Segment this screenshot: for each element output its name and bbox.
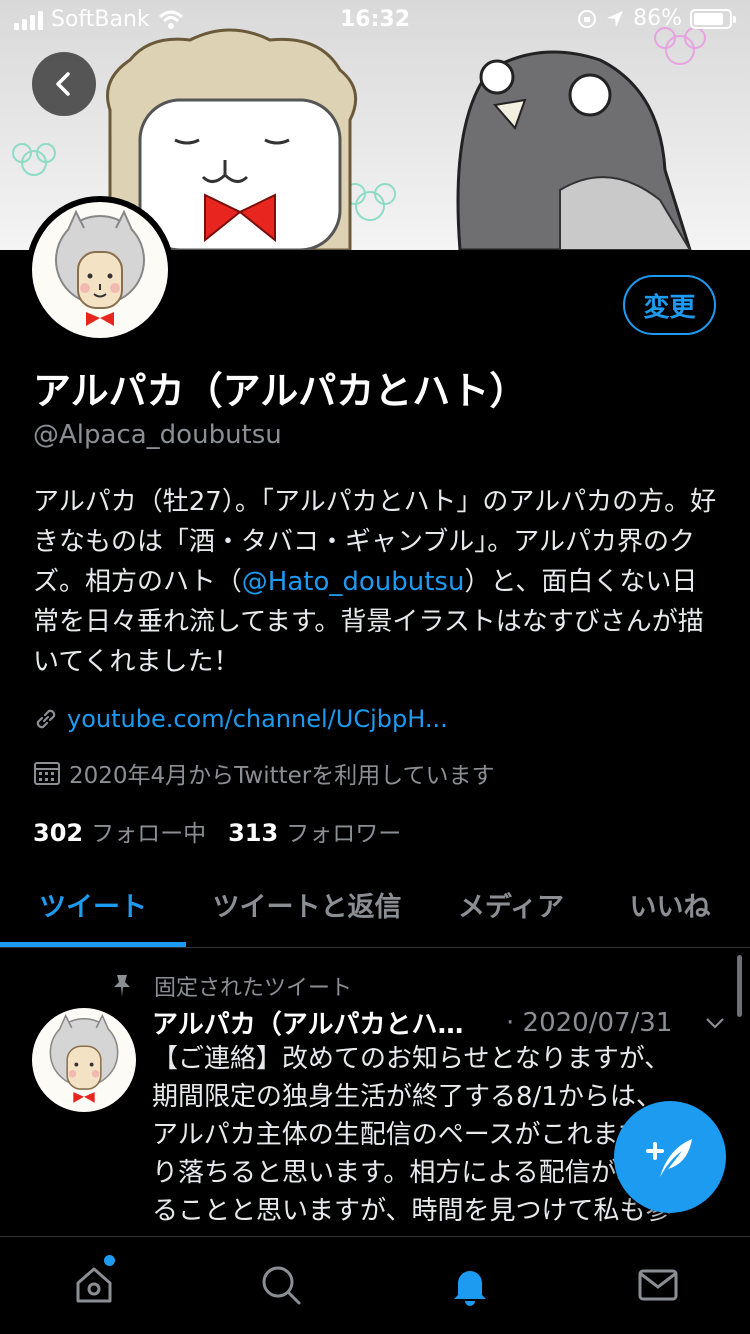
battery-fill (694, 12, 724, 25)
profile-bio: アルパカ（牡27）。「アルパカとハト」のアルパカの方。好きなものは「酒・タバコ・… (33, 482, 723, 682)
followers-label[interactable]: フォロワー (286, 814, 401, 848)
joined-date-text: 2020年4月からTwitterを利用しています (69, 763, 495, 789)
following-label[interactable]: フォロー中 (91, 814, 206, 848)
back-button[interactable] (32, 52, 96, 116)
nav-notifications[interactable] (446, 1261, 494, 1309)
following-count[interactable]: 302 (33, 819, 83, 847)
search-icon (262, 1266, 301, 1305)
active-tab-indicator (0, 942, 186, 947)
tweet-header: アルパカ（アルパカとハ… · 2020/07/31 (152, 1004, 727, 1041)
pinned-tweet-label: 固定されたツイート (110, 970, 352, 1002)
tab-media[interactable]: メディア (436, 860, 586, 948)
chevron-left-icon (56, 72, 70, 96)
bell-icon (454, 1271, 486, 1306)
joined-date-row: 2020年4月からTwitterを利用しています (33, 756, 495, 790)
nav-search[interactable] (257, 1261, 305, 1309)
display-name: アルパカ（アルパカとハト） (33, 369, 528, 413)
tweet-line: ることと思いますが、時間を見つけて私も参 (152, 1196, 672, 1226)
compose-tweet-icon (646, 1139, 692, 1177)
follow-stats: 302 フォロー中 313 フォロワー (33, 814, 423, 848)
tab-tweets[interactable]: ツイート (0, 860, 186, 948)
status-bar: SoftBank 16:32 86% (0, 0, 750, 40)
battery-percent: 86% (633, 6, 682, 31)
edit-profile-button[interactable]: 変更 (623, 275, 716, 335)
tab-likes[interactable]: いいね (600, 860, 740, 948)
tweet-avatar[interactable] (32, 1008, 136, 1112)
compose-tweet-button[interactable] (614, 1101, 726, 1213)
alpaca-avatar-image (55, 209, 145, 326)
user-handle: @Alpaca_doubutsu (33, 420, 282, 450)
tweet-author-name[interactable]: アルパカ（アルパカとハ… (152, 1004, 492, 1041)
calendar-icon (34, 762, 60, 785)
home-icon (76, 1267, 112, 1303)
nav-home[interactable] (70, 1261, 118, 1309)
scrollbar[interactable] (737, 955, 742, 1017)
profile-website-row: youtube.com/channel/UCjbpH... (33, 705, 448, 733)
link-icon (36, 709, 56, 729)
pinned-label-text: 固定されたツイート (154, 976, 353, 1001)
tab-tweets-and-replies[interactable]: ツイートと返信 (196, 860, 418, 948)
tweet-line: 【ご連絡】改めてのお知らせとなりますが、 (152, 1044, 671, 1074)
bio-mention-link[interactable]: @Hato_doubutsu (242, 567, 465, 597)
followers-count[interactable]: 313 (228, 819, 278, 847)
profile-tabs: ツイート ツイートと返信 メディア いいね (0, 860, 750, 948)
profile-website-link[interactable]: youtube.com/channel/UCjbpH... (67, 705, 448, 733)
bottom-navigation (0, 1236, 750, 1334)
tweet-date[interactable]: · 2020/07/31 (506, 1008, 672, 1038)
orientation-lock-icon (578, 9, 597, 28)
pin-icon (114, 975, 130, 997)
tweet-line: 期間限定の独身生活が終了する8/1からは、 (152, 1082, 662, 1112)
profile-avatar[interactable] (26, 196, 174, 344)
nav-messages[interactable] (634, 1261, 682, 1309)
location-arrow-icon (607, 10, 624, 27)
chevron-down-icon[interactable] (703, 1011, 727, 1035)
alpaca-avatar-image (49, 1013, 119, 1103)
status-right: 86% (577, 6, 736, 31)
home-notification-dot (104, 1255, 115, 1266)
battery-icon (690, 8, 736, 29)
mail-icon (638, 1269, 678, 1301)
